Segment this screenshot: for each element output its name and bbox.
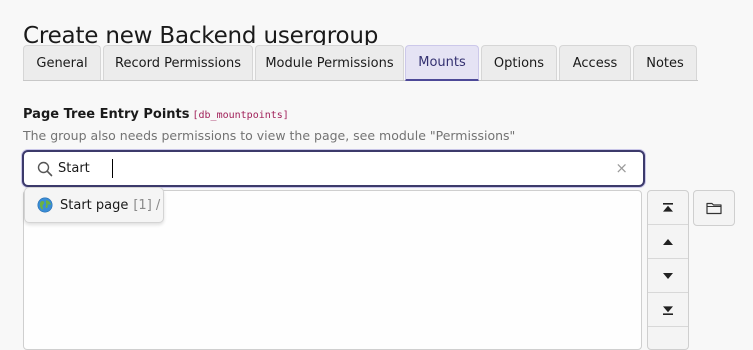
suggestion-uid: [1] / — [133, 197, 161, 213]
move-bottom-icon — [663, 305, 673, 315]
globe-icon — [37, 197, 53, 213]
suggestion-item[interactable]: Start page [1] / — [24, 187, 164, 223]
suggestion-title: Start page — [60, 197, 129, 213]
move-up-button[interactable] — [648, 225, 688, 259]
tab-record-permissions[interactable]: Record Permissions — [103, 45, 253, 80]
text-cursor — [112, 159, 113, 178]
tab-access[interactable]: Access — [559, 45, 631, 80]
move-down-icon — [663, 272, 673, 279]
field-code: [db_mountpoints] — [192, 110, 289, 121]
field-label: Page Tree Entry Points [db_mountpoints] — [23, 107, 289, 122]
tab-options[interactable]: Options — [481, 45, 557, 80]
folder-icon — [706, 202, 722, 215]
move-to-top-button[interactable] — [648, 191, 688, 225]
move-up-icon — [663, 238, 673, 245]
tab-module-permissions[interactable]: Module Permissions — [255, 45, 404, 80]
move-top-icon — [663, 202, 673, 212]
move-controls — [647, 190, 689, 350]
field-label-text: Page Tree Entry Points — [23, 107, 190, 122]
move-down-button[interactable] — [648, 259, 688, 293]
browse-button[interactable] — [693, 190, 735, 226]
tab-general[interactable]: General — [23, 45, 101, 80]
search-box: × — [22, 150, 645, 187]
field-help-text: The group also needs permissions to view… — [23, 128, 516, 143]
search-input[interactable] — [58, 156, 618, 181]
clear-icon[interactable]: × — [615, 159, 628, 178]
tab-bar: General Record Permissions Module Permis… — [23, 45, 698, 81]
move-to-bottom-button[interactable] — [648, 293, 688, 327]
search-icon — [37, 161, 53, 177]
tab-mounts[interactable]: Mounts — [405, 45, 479, 81]
tab-notes[interactable]: Notes — [633, 45, 697, 80]
